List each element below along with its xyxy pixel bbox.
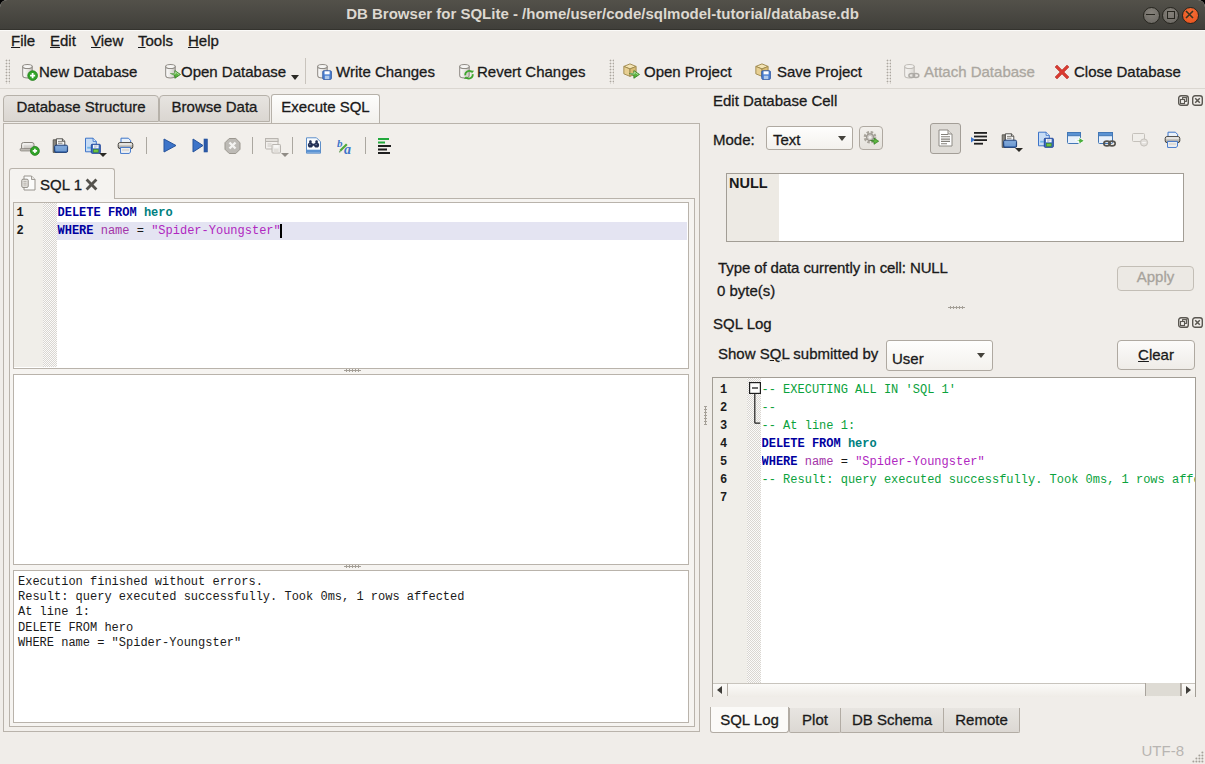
svg-text:b: b (337, 137, 343, 149)
svg-text:a: a (344, 142, 351, 155)
